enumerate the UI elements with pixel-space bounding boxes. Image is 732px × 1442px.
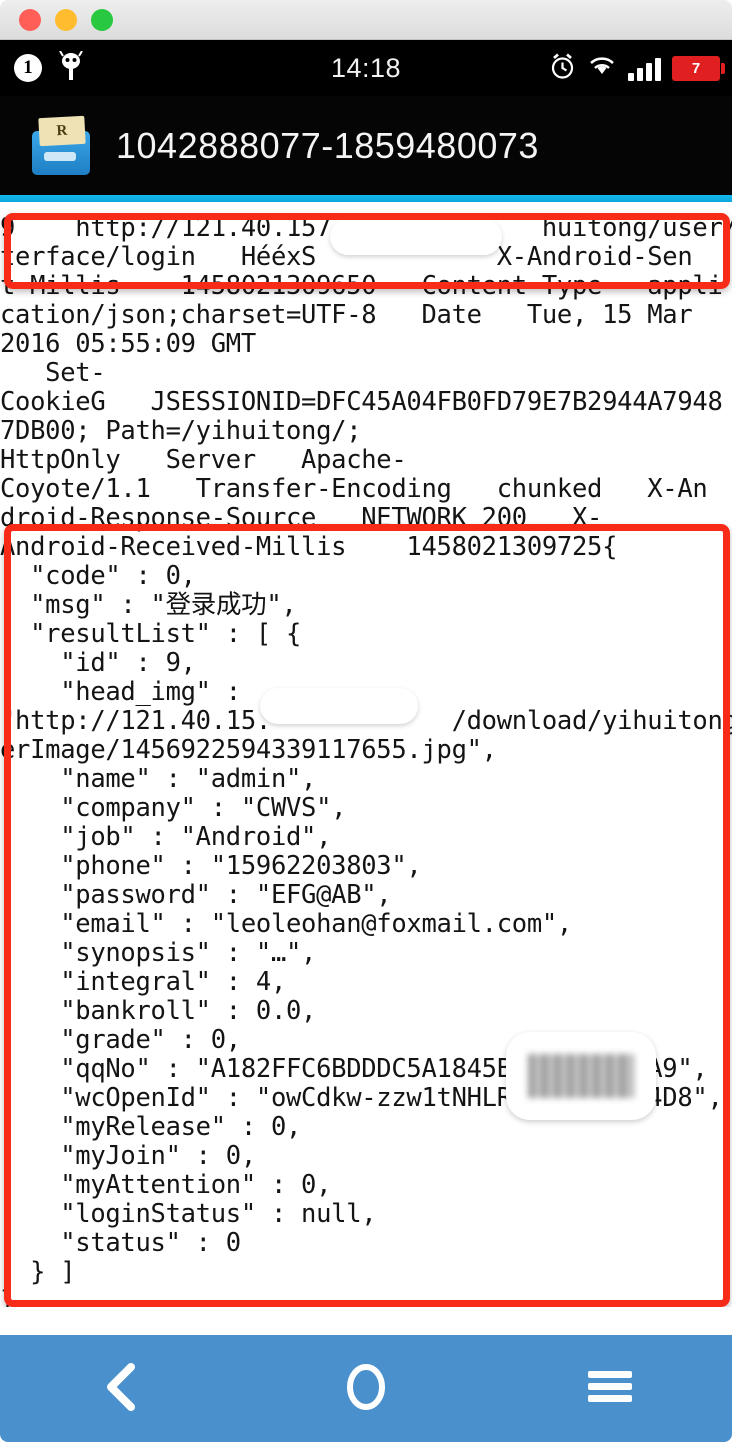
- log-line: "msg" : "登录成功",: [0, 590, 297, 620]
- log-line: "email" : "leoleohan@foxmail.com",: [0, 909, 572, 939]
- log-line: droid-Response-Source NETWORK 200 X-: [0, 503, 603, 533]
- minimize-window-button[interactable]: [55, 8, 77, 31]
- log-line: "head_img" :: [0, 677, 241, 707]
- log-line: "synopsis" : "…",: [0, 938, 317, 968]
- hamburger-icon: [584, 1365, 636, 1413]
- notification-count-icon: 1: [14, 54, 42, 82]
- log-line: "integral" : 4,: [0, 967, 286, 997]
- android-navigation-bar: [0, 1335, 732, 1442]
- log-line: "bankroll" : 0.0,: [0, 996, 317, 1026]
- log-line: "phone" : "15962203803",: [0, 851, 422, 881]
- log-line: "myRelease" : 0,: [0, 1112, 302, 1142]
- log-line: Android-Received-Millis 1458021309725{: [0, 532, 618, 562]
- log-line: erImage/1456922594339117655.jpg",: [0, 735, 497, 765]
- log-line: "name" : "admin",: [0, 764, 317, 794]
- token-mask: [506, 1032, 656, 1120]
- log-line: "code" : 0,: [0, 561, 196, 591]
- alarm-clock-icon: [549, 52, 576, 85]
- log-line: HttpOnly Server Apache-: [0, 445, 407, 475]
- log-line: } ]: [0, 1257, 76, 1287]
- close-window-button[interactable]: [19, 8, 41, 31]
- home-button[interactable]: [244, 1335, 488, 1442]
- header-accent-divider: [0, 195, 732, 202]
- back-button[interactable]: [0, 1335, 244, 1442]
- app-icon-label: R: [38, 115, 86, 146]
- log-line: Coyote/1.1 Transfer-Encoding chunked X-A…: [0, 474, 708, 504]
- app-window: 1 14:18 7 R 1042888077-1859480073 9 http…: [0, 0, 732, 1442]
- chevron-left-icon: [99, 1359, 145, 1419]
- log-line: t-Millis 1458021309650 Content-Type appl…: [0, 271, 723, 301]
- log-line: "company" : "CWVS",: [0, 793, 347, 823]
- log-line: "password" : "EFG@AB",: [0, 880, 392, 910]
- log-line: "id" : 9,: [0, 648, 196, 678]
- zoom-window-button[interactable]: [91, 8, 113, 31]
- img-host-mask: [260, 688, 418, 724]
- log-line: 7DB00; Path=/yihuitong/;: [0, 416, 362, 446]
- circle-icon: [341, 1359, 391, 1419]
- signal-bars-icon: [628, 55, 661, 81]
- nav-gap: [0, 1307, 732, 1335]
- app-launcher-icon: R: [30, 115, 92, 175]
- menu-button[interactable]: [488, 1335, 732, 1442]
- log-line: CookieG JSESSIONID=DFC45A04FB0FD79E7B294…: [0, 387, 723, 417]
- log-output-panel[interactable]: 9 http://121.40.157.2 huitong/user/inter…: [0, 202, 732, 1326]
- log-line: "myJoin" : 0,: [0, 1141, 256, 1171]
- log-line: Set-: [0, 358, 106, 388]
- wifi-icon: [587, 54, 617, 83]
- battery-icon: 7: [672, 55, 725, 81]
- page-title: 1042888077-1859480073: [116, 124, 539, 166]
- log-line: "grade" : 0,: [0, 1025, 241, 1055]
- log-line: 2016 05:55:09 GMT: [0, 329, 256, 359]
- window-title-bar: [0, 0, 732, 40]
- log-line: cation/json;charset=UTF-8 Date Tue, 15 M…: [0, 300, 693, 330]
- android-status-bar: 1 14:18 7: [0, 40, 732, 96]
- log-line: "loginStatus" : null,: [0, 1199, 377, 1229]
- status-bar-clock: 14:18: [330, 52, 402, 83]
- status-bar-right-icons: 7: [532, 52, 732, 85]
- usb-plug-icon: [58, 49, 84, 86]
- app-header: R 1042888077-1859480073: [0, 96, 732, 195]
- log-line: "status" : 0: [0, 1228, 241, 1258]
- log-line: "resultList" : [ {: [0, 619, 302, 649]
- url-host-mask: [330, 219, 502, 255]
- log-line: "job" : "Android",: [0, 822, 332, 852]
- log-line: "myAttention" : 0,: [0, 1170, 332, 1200]
- status-bar-left-icons: 1: [0, 49, 200, 86]
